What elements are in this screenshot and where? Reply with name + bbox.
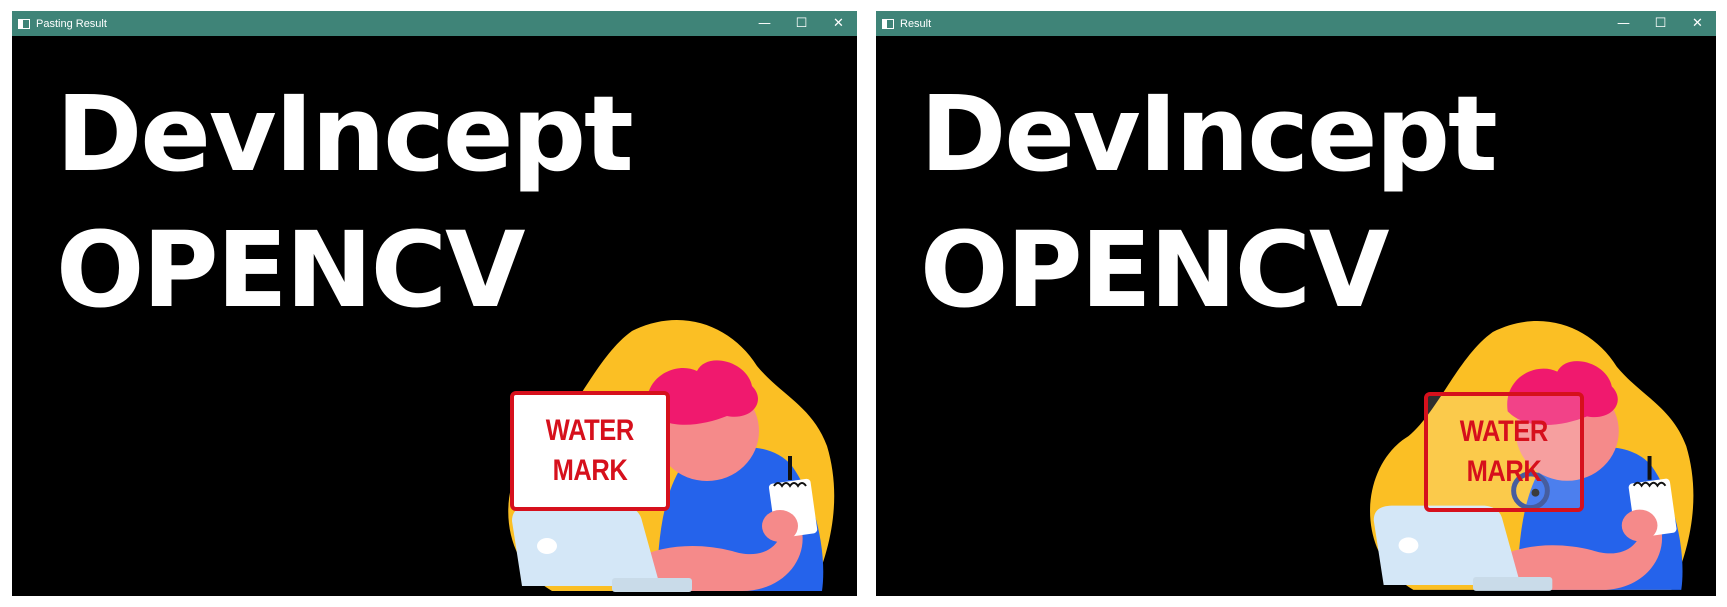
title-bar[interactable]: Pasting Result — ☐ ✕ [12, 11, 857, 36]
headline-opencv: OPENCV [56, 209, 526, 331]
app-window-icon [18, 18, 30, 29]
window-controls: — ☐ ✕ [746, 11, 857, 36]
app-window-icon [882, 18, 894, 29]
headline-devincept: DevIncept [920, 73, 1498, 195]
hand [1621, 509, 1658, 542]
minimize-icon[interactable]: — [1605, 11, 1642, 36]
close-icon[interactable]: ✕ [820, 11, 857, 36]
watermark-line-2: MARK [552, 454, 628, 487]
close-icon[interactable]: ✕ [1679, 11, 1716, 36]
window-pasting-result: Pasting Result — ☐ ✕ DevIncept OPENCV WA… [12, 11, 857, 596]
maximize-icon[interactable]: ☐ [783, 11, 820, 36]
watermark-pasted: WATER MARK [510, 391, 670, 511]
hand [762, 510, 798, 542]
watermark-line-2: MARK [1466, 455, 1542, 488]
watermark-line-1: WATER [545, 414, 635, 447]
window-result: Result — ☐ ✕ DevIncept OPENCV WATER MARK [876, 11, 1716, 596]
laptop [512, 506, 660, 586]
pencil [1647, 456, 1652, 480]
headline-devincept: DevIncept [56, 73, 634, 195]
laptop-logo [1398, 537, 1419, 554]
headline-opencv: OPENCV [920, 209, 1390, 331]
window-title: Result [900, 17, 932, 30]
maximize-icon[interactable]: ☐ [1642, 11, 1679, 36]
title-bar[interactable]: Result — ☐ ✕ [876, 11, 1716, 36]
laptop-logo [537, 538, 557, 554]
laptop-base [612, 578, 692, 592]
laptop [1373, 505, 1521, 585]
image-canvas: DevIncept OPENCV WATER MARK [12, 36, 857, 596]
window-title: Pasting Result [36, 17, 107, 30]
pencil [788, 456, 792, 480]
laptop-base [1472, 577, 1553, 591]
watermark-blended: WATER MARK [1424, 392, 1584, 512]
watermark-line-1: WATER [1459, 415, 1549, 448]
minimize-icon[interactable]: — [746, 11, 783, 36]
image-canvas: DevIncept OPENCV WATER MARK [876, 36, 1716, 596]
window-controls: — ☐ ✕ [1605, 11, 1716, 36]
